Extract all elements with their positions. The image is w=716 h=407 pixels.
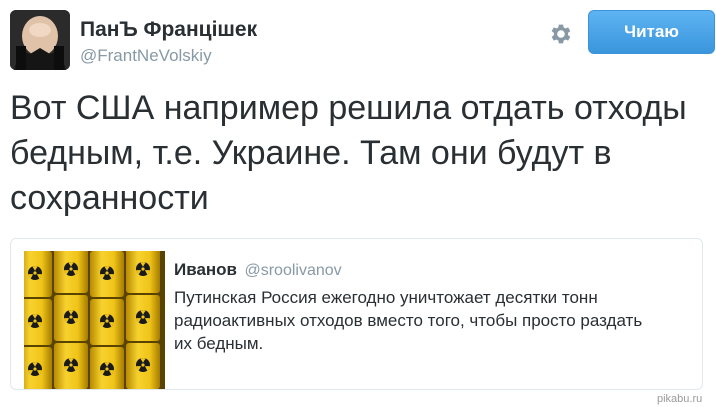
tweet-header: ПанЪ Францішек @FrantNeVolskiy Читаю xyxy=(10,10,715,70)
quoted-author-name: Иванов xyxy=(174,260,238,279)
radioactive-barrels-image xyxy=(18,247,165,389)
follow-button[interactable]: Читаю xyxy=(588,10,715,54)
watermark: pikabu.ru xyxy=(657,393,703,405)
gear-icon[interactable] xyxy=(547,21,573,47)
quoted-tweet-text: Путинская Россия ежегодно уничтожает дес… xyxy=(174,288,643,353)
author-name[interactable]: ПанЪ Францішек xyxy=(80,18,257,42)
avatar[interactable] xyxy=(10,10,70,70)
avatar-image xyxy=(10,10,70,70)
tweet-text: Вот США например решила отдать отходы бе… xyxy=(10,89,687,217)
quoted-tweet[interactable]: Иванов @sroolivanov Путинская Россия еже… xyxy=(10,238,703,390)
author-handle[interactable]: @FrantNeVolskiy xyxy=(80,46,212,66)
quoted-author-handle: @sroolivanov xyxy=(244,262,342,279)
quoted-author[interactable]: Иванов @sroolivanov xyxy=(174,260,342,280)
quoted-tweet-image[interactable] xyxy=(18,247,165,389)
